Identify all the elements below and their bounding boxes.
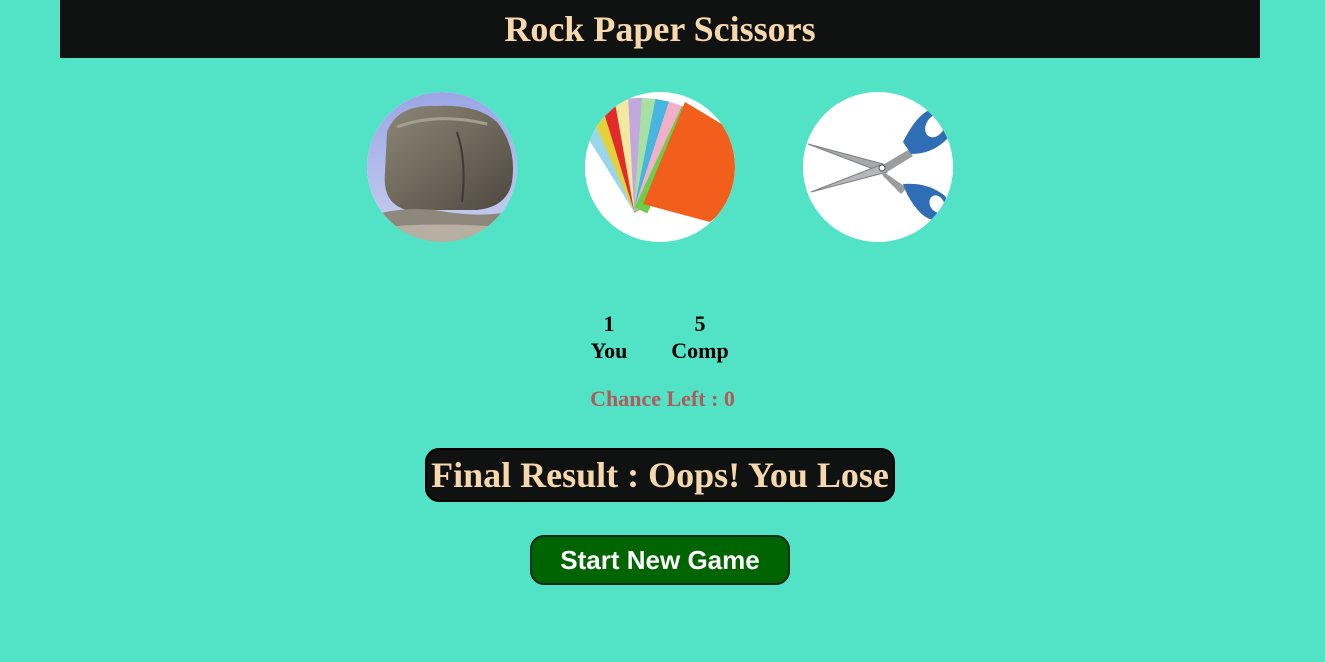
app-header: Rock Paper Scissors bbox=[60, 0, 1260, 58]
comp-score-block: 5 Comp bbox=[660, 310, 740, 364]
start-new-game-label: Start New Game bbox=[560, 544, 760, 575]
rock-choice[interactable] bbox=[367, 92, 517, 242]
start-new-game-button[interactable]: Start New Game bbox=[530, 535, 790, 585]
user-score-label: You bbox=[590, 338, 628, 363]
scissors-icon bbox=[803, 92, 953, 242]
rock-icon bbox=[367, 92, 517, 242]
page-title: Rock Paper Scissors bbox=[504, 9, 816, 49]
chances-value: 0 bbox=[723, 386, 735, 411]
user-score: 1 bbox=[603, 311, 615, 336]
chances-left: Chance Left : 0 bbox=[0, 386, 1325, 412]
comp-score-label: Comp bbox=[671, 338, 729, 363]
user-score-block: 1 You bbox=[569, 310, 649, 364]
final-result-banner: Final Result : Oops! You Lose bbox=[425, 448, 895, 502]
chances-label: Chance Left : bbox=[590, 386, 724, 411]
final-result-text: Final Result : Oops! You Lose bbox=[431, 455, 889, 495]
comp-score: 5 bbox=[694, 311, 706, 336]
scoreboard: 1 You 5 Comp bbox=[0, 310, 1325, 370]
scissors-choice[interactable] bbox=[803, 92, 953, 242]
choices-row bbox=[0, 92, 1325, 242]
paper-icon bbox=[585, 92, 735, 242]
paper-choice[interactable] bbox=[585, 92, 735, 242]
